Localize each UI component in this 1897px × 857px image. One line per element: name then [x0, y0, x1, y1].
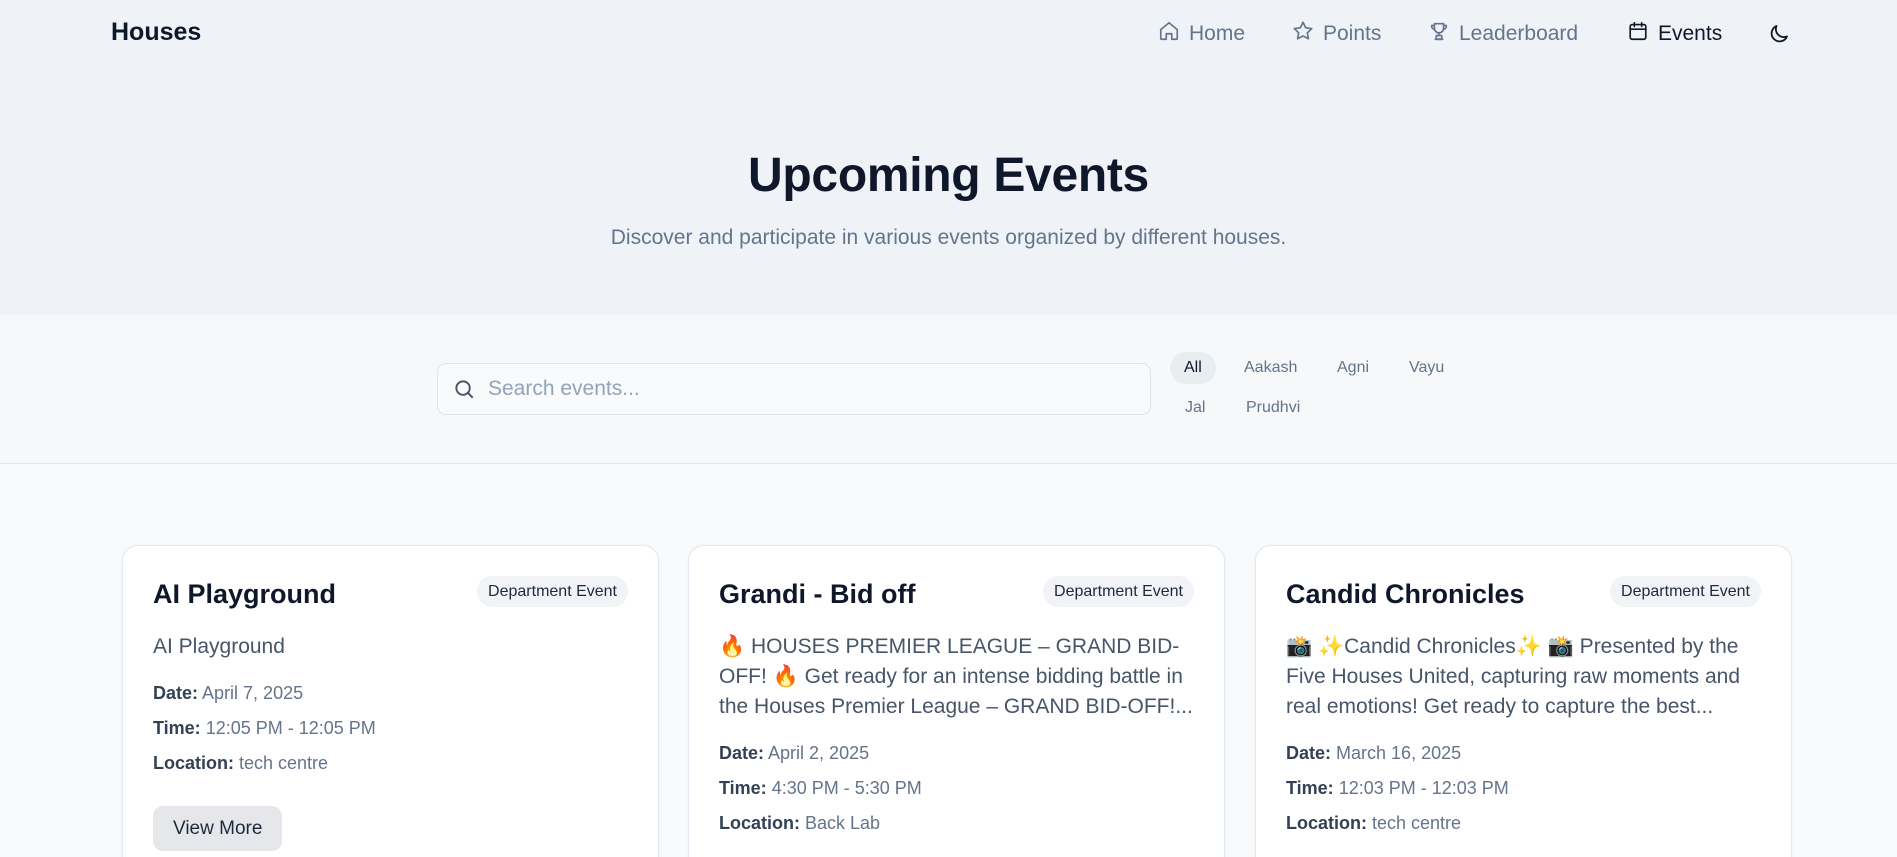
- event-card: Candid Chronicles Department Event 📸 ✨Ca…: [1255, 545, 1792, 857]
- date-label: Date:: [153, 683, 199, 703]
- event-time: Time: 12:05 PM - 12:05 PM: [153, 718, 376, 739]
- event-type-badge: Department Event: [477, 576, 628, 607]
- event-type-badge: Department Event: [1610, 576, 1761, 607]
- nav-points-label: Points: [1323, 22, 1382, 45]
- nav-home-label: Home: [1189, 22, 1246, 45]
- event-time: Time: 12:03 PM - 12:03 PM: [1286, 778, 1509, 799]
- date-value: April 2, 2025: [768, 743, 870, 763]
- event-title: AI Playground: [153, 579, 337, 609]
- event-description: 📸 ✨Candid Chronicles✨ 📸 Presented by the…: [1286, 635, 1741, 718]
- nav-leaderboard[interactable]: Leaderboard: [1428, 20, 1578, 48]
- event-description: 🔥 HOUSES PREMIER LEAGUE – GRAND BID-OFF!…: [719, 635, 1193, 718]
- moon-icon: [1767, 25, 1791, 50]
- filter-pill-vayu[interactable]: Vayu: [1395, 352, 1458, 384]
- location-value: Back Lab: [805, 813, 881, 833]
- search-icon: [453, 378, 476, 401]
- page-title: Upcoming Events: [748, 149, 1149, 202]
- home-icon: [1158, 20, 1180, 48]
- calendar-icon: [1627, 20, 1649, 48]
- date-value: April 7, 2025: [202, 683, 304, 703]
- time-label: Time:: [1286, 778, 1334, 798]
- event-card: Grandi - Bid off Department Event 🔥 HOUS…: [688, 545, 1225, 857]
- event-time: Time: 4:30 PM - 5:30 PM: [719, 778, 922, 799]
- search-input[interactable]: [488, 374, 1128, 404]
- nav-points[interactable]: Points: [1292, 20, 1381, 48]
- event-title: Candid Chronicles: [1286, 579, 1525, 609]
- event-location: Location: tech centre: [1286, 813, 1461, 834]
- star-icon: [1292, 20, 1314, 48]
- location-value: tech centre: [239, 753, 329, 773]
- location-label: Location:: [1286, 813, 1367, 833]
- trophy-icon: [1428, 20, 1450, 48]
- page-header: Houses Home Points Leaderboard Events Up…: [0, 0, 1897, 315]
- time-value: 12:03 PM - 12:03 PM: [1338, 778, 1509, 798]
- filter-pill-all[interactable]: All: [1170, 352, 1216, 384]
- event-location: Location: tech centre: [153, 753, 328, 774]
- theme-toggle-button[interactable]: [1767, 22, 1793, 48]
- event-type-badge: Department Event: [1043, 576, 1194, 607]
- time-label: Time:: [719, 778, 767, 798]
- location-label: Location:: [153, 753, 234, 773]
- event-date: Date: April 7, 2025: [153, 683, 303, 704]
- time-value: 4:30 PM - 5:30 PM: [771, 778, 922, 798]
- event-date: Date: March 16, 2025: [1286, 743, 1461, 764]
- event-location: Location: Back Lab: [719, 813, 880, 834]
- time-label: Time:: [153, 718, 201, 738]
- filter-pill-agni[interactable]: Agni: [1323, 352, 1383, 384]
- location-value: tech centre: [1372, 813, 1462, 833]
- nav-events[interactable]: Events: [1627, 20, 1722, 48]
- page-subtitle: Discover and participate in various even…: [610, 226, 1287, 249]
- nav-events-label: Events: [1658, 22, 1723, 45]
- time-value: 12:05 PM - 12:05 PM: [205, 718, 376, 738]
- nav-leaderboard-label: Leaderboard: [1459, 22, 1579, 45]
- date-value: March 16, 2025: [1336, 743, 1462, 763]
- filter-pill-prudhvi[interactable]: Prudhvi: [1232, 392, 1314, 424]
- search-box: [437, 363, 1151, 415]
- view-more-button[interactable]: View More: [153, 806, 283, 851]
- date-label: Date:: [719, 743, 765, 763]
- date-label: Date:: [1286, 743, 1332, 763]
- event-description: AI Playground: [153, 635, 285, 658]
- brand-logo-text[interactable]: Houses: [111, 18, 201, 47]
- event-card: AI Playground Department Event AI Playgr…: [122, 545, 659, 857]
- event-date: Date: April 2, 2025: [719, 743, 869, 764]
- event-title: Grandi - Bid off: [719, 579, 916, 609]
- location-label: Location:: [719, 813, 800, 833]
- filter-pill-jal[interactable]: Jal: [1171, 392, 1219, 424]
- filter-pill-aakash[interactable]: Aakash: [1230, 352, 1311, 384]
- nav-home[interactable]: Home: [1158, 20, 1245, 48]
